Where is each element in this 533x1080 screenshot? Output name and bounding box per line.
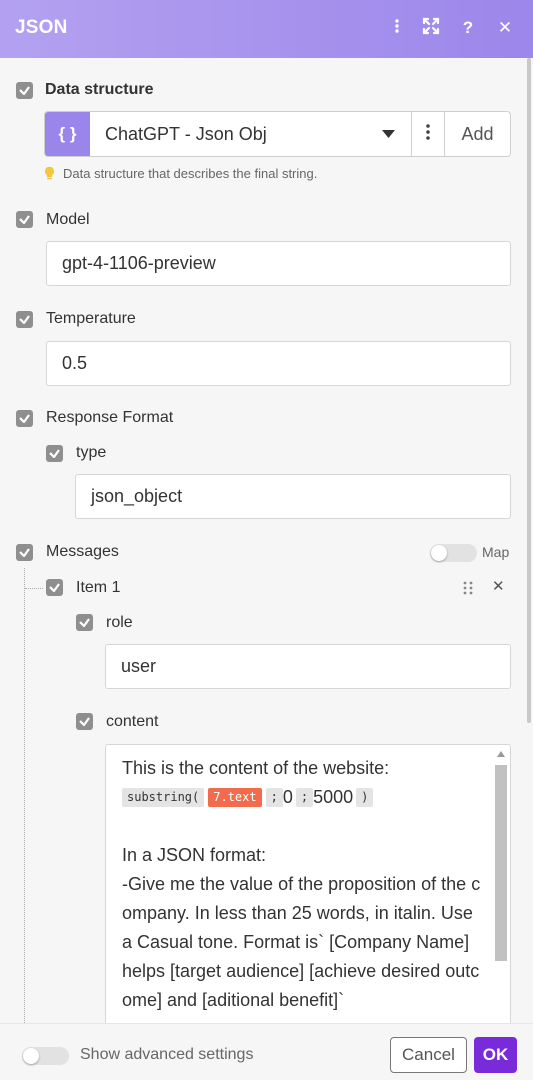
tree-connector-branch <box>25 588 43 589</box>
separator-pill: ; <box>265 788 283 807</box>
more-options-icon <box>426 124 430 140</box>
role-input[interactable]: user <box>105 644 511 689</box>
remove-item-icon[interactable]: ✕ <box>492 577 505 595</box>
argument-value: 0 <box>282 787 293 807</box>
lightbulb-icon <box>44 166 55 180</box>
drag-handle-icon[interactable] <box>463 581 473 595</box>
variable-pill[interactable]: 7.text <box>208 788 262 807</box>
curly-braces-icon: { } <box>45 112 90 156</box>
content-line-1: This is the content of the website: <box>122 758 390 778</box>
argument-value: 5000 <box>313 787 354 807</box>
module-footer: Show advanced settings Cancel OK <box>0 1023 533 1080</box>
model-checkbox[interactable] <box>16 211 33 228</box>
content-body: -Give me the value of the proposition of… <box>122 874 481 1010</box>
map-label: Map <box>482 544 510 560</box>
tree-connector <box>24 568 25 1023</box>
expand-icon[interactable] <box>421 17 441 39</box>
temperature-label: Temperature <box>46 310 136 327</box>
data-structure-menu-button[interactable] <box>411 112 445 156</box>
temperature-checkbox[interactable] <box>16 311 33 328</box>
close-paren-pill: ) <box>356 788 374 807</box>
data-structure-label: Data structure <box>45 81 154 98</box>
response-format-label: Response Format <box>46 409 174 426</box>
data-structure-select[interactable]: ChatGPT - Json Obj <box>90 112 410 156</box>
model-input[interactable]: gpt-4-1106-preview <box>46 241 511 286</box>
role-label: role <box>106 614 133 631</box>
messages-checkbox[interactable] <box>16 544 33 561</box>
item-1-label: Item 1 <box>76 579 121 596</box>
model-label: Model <box>46 211 90 228</box>
content-textarea[interactable]: This is the content of the website: subs… <box>105 744 511 1023</box>
temperature-input[interactable]: 0.5 <box>46 341 511 386</box>
data-structure-hint: Data structure that describes the final … <box>44 166 317 181</box>
type-label: type <box>76 444 107 461</box>
module-settings-panel: Data structure { } ChatGPT - Json Obj Ad… <box>0 58 533 1023</box>
panel-scrollbar[interactable] <box>527 58 531 723</box>
data-structure-checkbox[interactable] <box>16 82 33 99</box>
content-paragraph: In a JSON format: <box>122 845 267 865</box>
chevron-down-icon[interactable] <box>382 130 395 138</box>
scroll-up-icon[interactable] <box>497 751 505 757</box>
advanced-settings-label: Show advanced settings <box>80 1046 254 1063</box>
content-checkbox[interactable] <box>76 713 93 730</box>
add-data-structure-button[interactable]: Add <box>445 112 510 156</box>
response-format-checkbox[interactable] <box>16 410 33 427</box>
scrollbar-thumb[interactable] <box>495 765 507 961</box>
data-structure-select-group: { } ChatGPT - Json Obj Add <box>44 111 511 157</box>
cancel-button[interactable]: Cancel <box>390 1037 467 1073</box>
advanced-settings-toggle[interactable] <box>22 1047 69 1065</box>
type-checkbox[interactable] <box>46 445 63 462</box>
role-checkbox[interactable] <box>76 614 93 631</box>
help-icon[interactable]: ? <box>458 17 478 39</box>
messages-label: Messages <box>46 543 119 560</box>
module-title: JSON <box>15 17 68 38</box>
item-1-checkbox[interactable] <box>46 579 63 596</box>
ok-button[interactable]: OK <box>474 1037 517 1073</box>
content-formula-line: substring(7.text; 0; 5000) <box>122 783 482 812</box>
close-icon[interactable]: ✕ <box>495 17 515 39</box>
separator-pill: ; <box>295 788 314 807</box>
type-input[interactable]: json_object <box>75 474 511 519</box>
hint-text: Data structure that describes the final … <box>63 166 318 181</box>
function-pill[interactable]: substring( <box>122 788 205 807</box>
textarea-scrollbar[interactable] <box>495 751 507 1023</box>
module-header: JSON ? ✕ <box>0 0 533 58</box>
content-text: This is the content of the website: subs… <box>122 754 482 1015</box>
content-label: content <box>106 713 159 730</box>
more-options-icon[interactable] <box>387 17 407 39</box>
map-toggle[interactable] <box>430 544 477 562</box>
